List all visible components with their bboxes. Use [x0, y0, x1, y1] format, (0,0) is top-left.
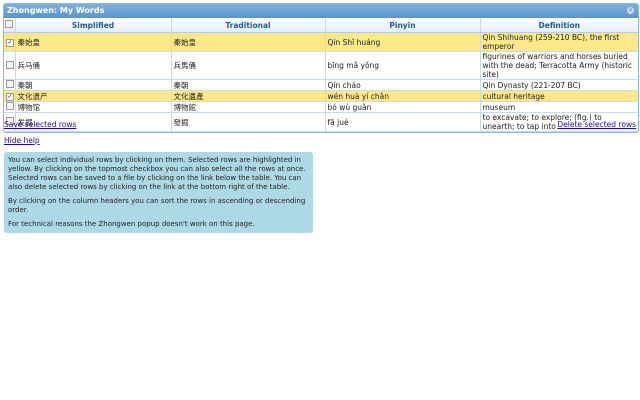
row-checkbox[interactable] — [4, 79, 16, 91]
table-row[interactable]: 秦朝 秦朝 Qín cháo Qin Dynasty (221-207 BC) — [4, 79, 638, 91]
delete-selected-rows-link[interactable]: Delete selected rows — [557, 120, 636, 129]
table-row[interactable]: 兵马俑 兵馬俑 bīng mǎ yǒng figurines of warriors … — [4, 51, 638, 80]
cell-traditional: 發掘 — [171, 112, 326, 132]
row-checkbox[interactable] — [4, 51, 16, 80]
table-row[interactable]: ✓ 文化遗产 文化遺產 wén huà yí chǎn cultural heritag… — [4, 90, 638, 102]
save-selected-rows-link[interactable]: Save selected rows — [4, 120, 76, 129]
cell-traditional: 博物館 — [171, 101, 326, 113]
cell-pinyin: Qín cháo — [325, 79, 481, 91]
cell-simplified: 兵马俑 — [15, 51, 172, 80]
table-row[interactable]: 发掘 發掘 fā jué to excavate; to explore; (fig.… — [4, 112, 638, 132]
cell-pinyin: wén huà yí chǎn — [325, 90, 481, 102]
select-all-checkbox[interactable] — [4, 18, 16, 33]
cell-pinyin: Qín Shǐ huáng — [325, 32, 481, 52]
cell-pinyin: bīng mǎ yǒng — [325, 51, 481, 80]
row-checkbox[interactable]: ✓ — [4, 90, 16, 102]
window-title-bar: Zhongwen: My Words ✕ — [4, 4, 638, 18]
close-icon[interactable]: ✕ — [627, 7, 634, 14]
cell-traditional: 文化遺產 — [171, 90, 326, 102]
row-checkbox[interactable]: ✓ — [4, 32, 16, 52]
help-text: For technical reasons the Zhongwen popup… — [8, 220, 255, 228]
help-text: You can select individual rows by clicki… — [8, 156, 306, 191]
words-table: Simplified Traditional Pinyin Definition… — [4, 18, 638, 132]
cell-traditional: 秦朝 — [171, 79, 326, 91]
help-text: By clicking on the column headers you ca… — [8, 197, 306, 214]
cell-definition: Qin Shihuang (259-210 BC), the first emp… — [480, 32, 638, 52]
header-simplified[interactable]: Simplified — [15, 18, 172, 33]
table-row[interactable]: ✓ 秦始皇 秦始皇 Qín Shǐ huáng Qin Shihuang (259-21… — [4, 32, 638, 52]
cell-simplified: 秦始皇 — [15, 32, 172, 52]
cell-definition: figurines of warriors and horses buried … — [480, 51, 638, 80]
cell-pinyin: bó wù guǎn — [325, 101, 481, 113]
header-definition[interactable]: Definition — [480, 18, 638, 33]
cell-traditional: 兵馬俑 — [171, 51, 326, 80]
header-traditional[interactable]: Traditional — [171, 18, 326, 33]
cell-simplified: 博物馆 — [15, 101, 172, 113]
window-title: Zhongwen: My Words — [7, 6, 105, 15]
cell-traditional: 秦始皇 — [171, 32, 326, 52]
cell-definition: Qin Dynasty (221-207 BC) — [480, 79, 638, 91]
cell-definition: cultural heritage — [480, 90, 638, 102]
row-checkbox[interactable] — [4, 101, 16, 113]
cell-simplified: 文化遗产 — [15, 90, 172, 102]
table-row[interactable]: 博物馆 博物館 bó wù guǎn museum — [4, 101, 638, 113]
words-window: Zhongwen: My Words ✕ Simplified Traditio… — [3, 3, 639, 133]
cell-simplified: 秦朝 — [15, 79, 172, 91]
help-box: You can select individual rows by clicki… — [4, 152, 313, 233]
header-pinyin[interactable]: Pinyin — [325, 18, 481, 33]
hide-help-link[interactable]: Hide help — [4, 136, 40, 145]
cell-pinyin: fā jué — [325, 112, 481, 132]
cell-definition: museum — [480, 101, 638, 113]
